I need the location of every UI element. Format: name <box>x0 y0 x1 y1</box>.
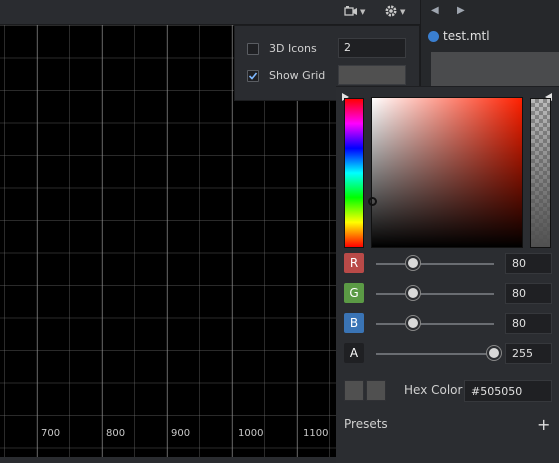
material-item[interactable]: test.mtl <box>428 29 490 43</box>
checkmark-icon <box>248 71 258 80</box>
axis-label: 1100 <box>303 428 329 439</box>
color-picker: R 80 G 80 B 80 A 255 Hex Color #505050 P… <box>336 86 559 463</box>
hue-slider[interactable] <box>344 98 364 248</box>
channel-badge-a: A <box>344 343 364 363</box>
axis-label: 1000 <box>238 428 264 439</box>
channel-value-r[interactable]: 80 <box>505 253 552 274</box>
previous-color-swatch[interactable] <box>344 380 364 401</box>
show-grid-label: Show Grid <box>269 69 326 82</box>
presets-label: Presets <box>344 417 388 431</box>
current-color-swatch[interactable] <box>366 380 386 401</box>
material-name: test.mtl <box>443 29 490 43</box>
alpha-slider[interactable] <box>530 98 551 248</box>
viewport-bottom-strip <box>0 457 336 463</box>
grid-major-line <box>102 25 103 457</box>
slider-knob-r[interactable] <box>406 256 421 270</box>
back-arrow-icon[interactable]: ◀ <box>431 5 439 16</box>
gear-menu-button[interactable]: ▼ <box>384 3 405 21</box>
hex-color-label: Hex Color <box>404 383 463 397</box>
gear-icon <box>384 4 398 21</box>
chevron-down-icon: ▼ <box>400 8 406 16</box>
channel-value-g[interactable]: 80 <box>505 283 552 304</box>
grid-major-line <box>167 25 168 457</box>
slider-knob-a[interactable] <box>487 346 501 360</box>
slider-track-b[interactable] <box>376 323 494 325</box>
slider-track-r[interactable] <box>376 263 494 265</box>
3d-icons-label: 3D Icons <box>269 42 317 55</box>
saturation-value-area[interactable] <box>371 97 523 248</box>
axis-label: 800 <box>106 428 126 439</box>
option-show-grid[interactable]: Show Grid <box>247 69 325 82</box>
forward-arrow-icon[interactable]: ▶ <box>457 5 465 16</box>
slider-track-g[interactable] <box>376 293 494 295</box>
material-icon <box>428 30 439 42</box>
axis-label: 900 <box>171 428 191 439</box>
channel-value-a[interactable]: 255 <box>505 343 552 364</box>
option-3d-icons[interactable]: 3D Icons <box>247 42 317 55</box>
slider-track-a[interactable] <box>376 353 494 355</box>
channel-row-g: G 80 <box>344 283 552 305</box>
channel-badge-b: B <box>344 313 364 333</box>
channel-value-b[interactable]: 80 <box>505 313 552 334</box>
show-grid-checkbox[interactable] <box>247 69 259 82</box>
channel-row-b: B 80 <box>344 313 552 335</box>
chevron-down-icon: ▼ <box>360 8 366 16</box>
toolbar: ▼ ▼ <box>0 0 420 25</box>
axis-label: 700 <box>41 428 61 439</box>
camera-menu-button[interactable]: ▼ <box>344 3 365 21</box>
slider-knob-b[interactable] <box>406 316 421 330</box>
slider-knob-g[interactable] <box>406 286 421 300</box>
add-preset-button[interactable]: + <box>537 415 550 434</box>
camera-icon <box>344 5 358 20</box>
grid-major-line <box>37 25 38 457</box>
3d-icons-checkbox[interactable] <box>247 42 259 55</box>
grid-color-swatch[interactable] <box>338 65 406 85</box>
hex-color-input[interactable]: #505050 <box>464 380 552 402</box>
channel-badge-g: G <box>344 283 364 303</box>
channel-badge-r: R <box>344 253 364 273</box>
3d-icons-size-field[interactable]: 2 <box>338 38 406 58</box>
channel-row-a: A 255 <box>344 343 552 365</box>
grid-major-line <box>232 25 233 457</box>
channel-row-r: R 80 <box>344 253 552 275</box>
color-cursor[interactable] <box>368 197 377 206</box>
